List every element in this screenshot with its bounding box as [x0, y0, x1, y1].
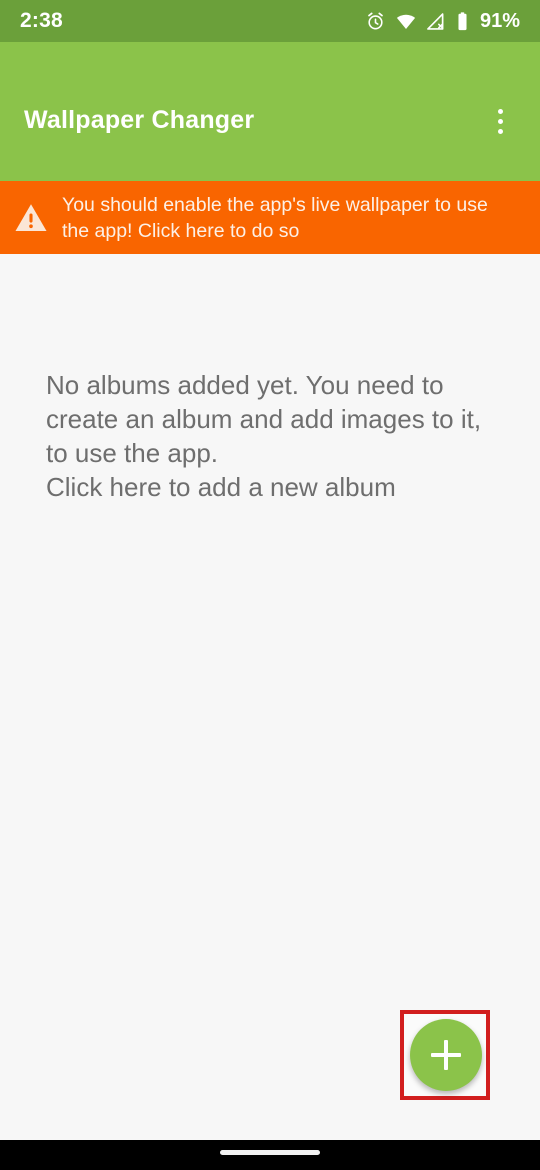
empty-state-line-1: No albums added yet. You need to create … — [46, 370, 482, 468]
status-bar-clock: 2:38 — [20, 9, 63, 32]
warning-banner-text: You should enable the app's live wallpap… — [62, 193, 488, 242]
warning-triangle-icon — [0, 202, 62, 233]
live-wallpaper-warning-banner[interactable]: You should enable the app's live wallpap… — [0, 181, 540, 254]
battery-percent-label: 91% — [479, 9, 520, 32]
system-navigation-bar — [0, 1140, 540, 1170]
albums-content-area: No albums added yet. You need to create … — [0, 254, 540, 1140]
page-title: Wallpaper Changer — [24, 106, 255, 134]
overflow-dot — [497, 118, 503, 124]
phone-screen: 2:38 91% Wallpaper Changer You should en… — [0, 0, 540, 1170]
wifi-icon — [395, 11, 417, 32]
plus-icon — [444, 1040, 448, 1070]
cell-signal-off-icon — [426, 11, 447, 32]
battery-icon — [456, 11, 469, 32]
add-album-fab[interactable] — [410, 1019, 482, 1091]
empty-state-message[interactable]: No albums added yet. You need to create … — [46, 368, 498, 504]
home-gesture-pill[interactable] — [220, 1150, 320, 1155]
overflow-menu-icon[interactable] — [478, 99, 522, 143]
status-bar-icons: 91% — [365, 10, 520, 33]
status-bar: 2:38 91% — [0, 0, 540, 42]
empty-state-line-2[interactable]: Click here to add a new album — [46, 470, 498, 504]
alarm-icon — [365, 11, 386, 32]
overflow-dot — [497, 128, 503, 134]
app-bar: Wallpaper Changer CHANGE ALBUMS SETTINGS — [0, 42, 540, 223]
overflow-dot — [497, 108, 503, 114]
